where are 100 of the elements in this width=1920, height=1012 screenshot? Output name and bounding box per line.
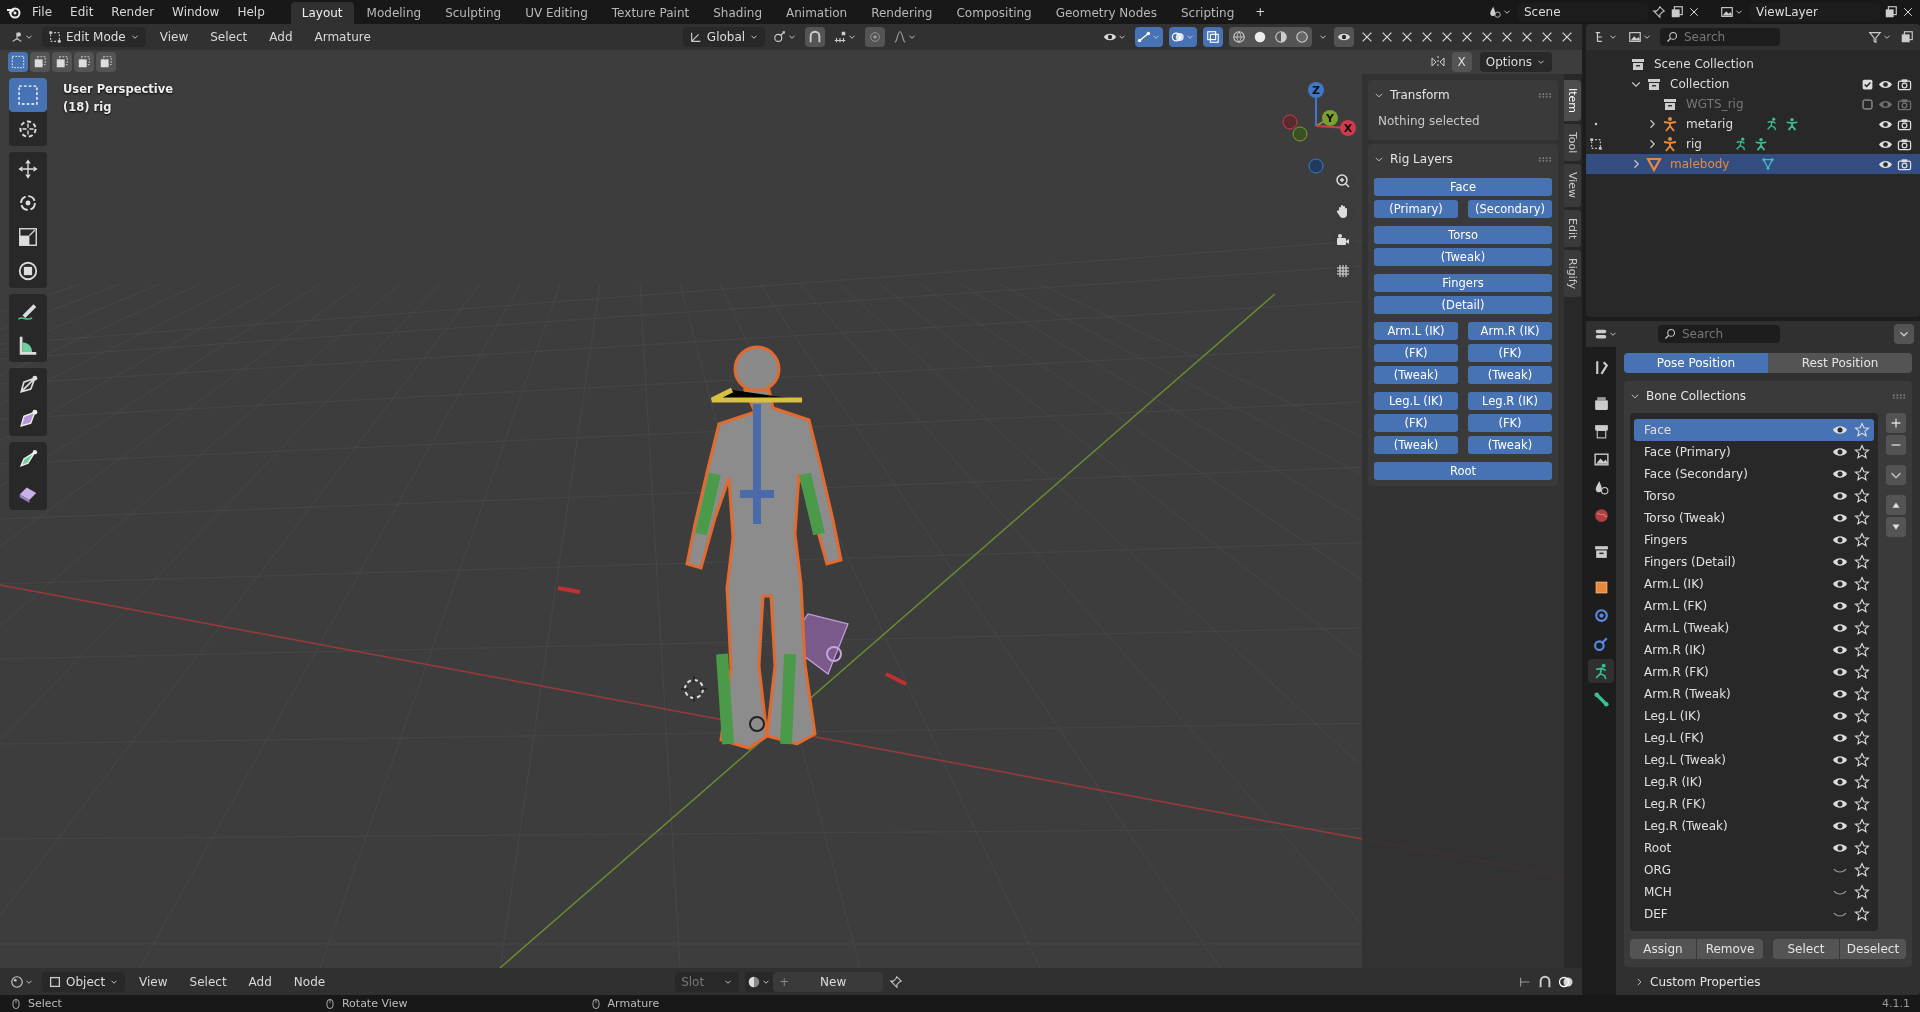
bone-collection-row[interactable]: Leg.L (FK) [1634, 727, 1874, 749]
menu-item[interactable]: Add [261, 27, 301, 47]
menu-item[interactable]: View [131, 971, 176, 992]
new-material-button[interactable]: + New [773, 971, 884, 992]
workspace-tab[interactable]: Texture Paint [600, 2, 701, 24]
layer-toggle-button[interactable]: (Tweak) [1374, 248, 1552, 266]
workspace-tab[interactable]: Scripting [1169, 2, 1246, 24]
panel-title[interactable]: Bone Collections [1646, 389, 1746, 403]
sidebar-tab[interactable]: Rigify [1564, 249, 1581, 297]
position-toggle[interactable]: Rest Position [1768, 353, 1912, 373]
bone-collection-row[interactable]: Leg.R (IK) [1634, 771, 1874, 793]
layer-toggle-button[interactable]: Root [1374, 462, 1552, 480]
bone-collection-row[interactable]: DEF [1634, 903, 1874, 925]
panel-title[interactable]: Rig Layers [1390, 152, 1453, 166]
menu-item[interactable]: Render [103, 2, 163, 22]
bone-collection-row[interactable]: Fingers [1634, 529, 1874, 551]
axis-handle[interactable]: Z [1308, 82, 1324, 127]
sidebar-tab[interactable]: Edit [1564, 209, 1581, 247]
layer-toggle-button[interactable]: Arm.L (IK) [1374, 322, 1458, 340]
outliner-row[interactable]: Collection [1586, 74, 1920, 94]
position-toggle[interactable]: Pose Position [1624, 353, 1768, 373]
workspace-tab[interactable]: UV Editing [514, 2, 599, 24]
menu-item[interactable]: Add [240, 971, 280, 992]
item-name[interactable]: rig [1686, 137, 1702, 151]
menu-item[interactable]: View [151, 27, 197, 47]
panel-title[interactable]: Transform [1390, 88, 1450, 102]
bone-collection-row[interactable]: Face [1634, 419, 1874, 441]
view-layer-field[interactable]: ViewLayer [1750, 3, 1880, 21]
options-dropdown[interactable]: Options [1479, 52, 1552, 72]
menu-item[interactable]: Node [285, 971, 334, 992]
layer-toggle-button[interactable]: (FK) [1374, 344, 1458, 362]
bone-collection-row[interactable]: Leg.L (Tweak) [1634, 749, 1874, 771]
panel-title[interactable]: Custom Properties [1650, 975, 1761, 989]
layer-toggle-button[interactable]: Leg.R (IK) [1468, 392, 1552, 410]
workspace-tab[interactable]: Animation [775, 2, 859, 24]
bone-collection-row[interactable]: Fingers (Detail) [1634, 551, 1874, 573]
menu-item[interactable]: Window [164, 2, 228, 22]
bone-collection-row[interactable]: ORG [1634, 859, 1874, 881]
layer-toggle-button[interactable]: (Detail) [1374, 296, 1552, 314]
orientation-dropdown[interactable]: Global [682, 27, 766, 47]
layer-toggle-button[interactable]: (Primary) [1374, 200, 1458, 218]
menu-item[interactable]: Help [229, 2, 273, 22]
layer-toggle-button[interactable]: Torso [1374, 226, 1552, 244]
menu-item[interactable]: Select [202, 27, 256, 47]
search-field[interactable]: Search [1658, 325, 1780, 343]
workspace-tab[interactable]: Shading [702, 2, 773, 24]
bone-collection-row[interactable]: Torso (Tweak) [1634, 507, 1874, 529]
bone-collection-row[interactable]: Leg.R (Tweak) [1634, 815, 1874, 837]
workspace-tab[interactable]: Sculpting [434, 2, 513, 24]
action-button[interactable]: Assign [1630, 939, 1696, 959]
sidebar-tab[interactable]: Item [1564, 80, 1581, 122]
layer-toggle-button[interactable]: (FK) [1468, 414, 1552, 432]
bone-collection-row[interactable]: Face (Secondary) [1634, 463, 1874, 485]
action-button[interactable]: Deselect [1840, 939, 1906, 959]
menu-item[interactable]: Select [181, 971, 235, 992]
bone-collection-row[interactable]: Leg.L (IK) [1634, 705, 1874, 727]
layer-toggle-button[interactable]: (Secondary) [1468, 200, 1552, 218]
layer-toggle-button[interactable]: Arm.R (IK) [1468, 322, 1552, 340]
item-name[interactable]: metarig [1686, 117, 1733, 131]
bone-collection-row[interactable]: Arm.R (FK) [1634, 661, 1874, 683]
layer-toggle-button[interactable]: Face [1374, 178, 1552, 196]
bone-collection-row[interactable]: Root [1634, 837, 1874, 859]
menu-item[interactable]: Armature [306, 27, 379, 47]
sidebar-tab[interactable]: View [1564, 164, 1581, 207]
action-button[interactable]: Remove [1697, 939, 1763, 959]
workspace-tab[interactable]: Layout [290, 2, 354, 24]
sidebar-tab[interactable]: Tool [1564, 124, 1581, 162]
bone-collection-row[interactable]: MCH [1634, 881, 1874, 903]
mirror-x-button[interactable]: X [1451, 52, 1472, 72]
layer-toggle-button[interactable]: (Tweak) [1468, 366, 1552, 384]
bone-collection-row[interactable]: Leg.R (FK) [1634, 793, 1874, 815]
item-name[interactable]: Scene Collection [1654, 57, 1754, 71]
menu-item[interactable]: Edit [62, 2, 102, 22]
menu-item[interactable]: File [24, 2, 61, 22]
bone-collection-row[interactable]: Arm.R (Tweak) [1634, 683, 1874, 705]
bone-collection-row[interactable]: Torso [1634, 485, 1874, 507]
bone-collection-row[interactable]: Arm.L (IK) [1634, 573, 1874, 595]
bone-collection-row[interactable]: Arm.R (IK) [1634, 639, 1874, 661]
layer-toggle-button[interactable]: (FK) [1468, 344, 1552, 362]
outliner-row[interactable]: Scene Collection [1586, 54, 1920, 74]
object-type-dropdown[interactable]: Object [42, 971, 126, 992]
bone-collection-row[interactable]: Arm.L (Tweak) [1634, 617, 1874, 639]
outliner-row[interactable]: rig [1586, 134, 1920, 154]
workspace-tab[interactable]: Compositing [945, 2, 1043, 24]
outliner-row[interactable]: metarig [1586, 114, 1920, 134]
layer-toggle-button[interactable]: Fingers [1374, 274, 1552, 292]
add-workspace-button[interactable]: + [1247, 2, 1274, 22]
mode-dropdown[interactable]: Edit Mode [42, 27, 146, 47]
action-button[interactable]: Select [1773, 939, 1839, 959]
search-field[interactable]: Search [1660, 28, 1780, 46]
workspace-tab[interactable]: Geometry Nodes [1044, 2, 1168, 24]
bone-collection-row[interactable]: Face (Primary) [1634, 441, 1874, 463]
bone-collection-row[interactable]: Arm.L (FK) [1634, 595, 1874, 617]
layer-toggle-button[interactable]: (Tweak) [1374, 436, 1458, 454]
item-name[interactable]: Collection [1670, 77, 1730, 91]
layer-toggle-button[interactable]: Leg.L (IK) [1374, 392, 1458, 410]
layer-toggle-button[interactable]: (Tweak) [1374, 366, 1458, 384]
scene-field[interactable]: Scene [1518, 3, 1648, 21]
layer-toggle-button[interactable]: (FK) [1374, 414, 1458, 432]
layer-toggle-button[interactable]: (Tweak) [1468, 436, 1552, 454]
